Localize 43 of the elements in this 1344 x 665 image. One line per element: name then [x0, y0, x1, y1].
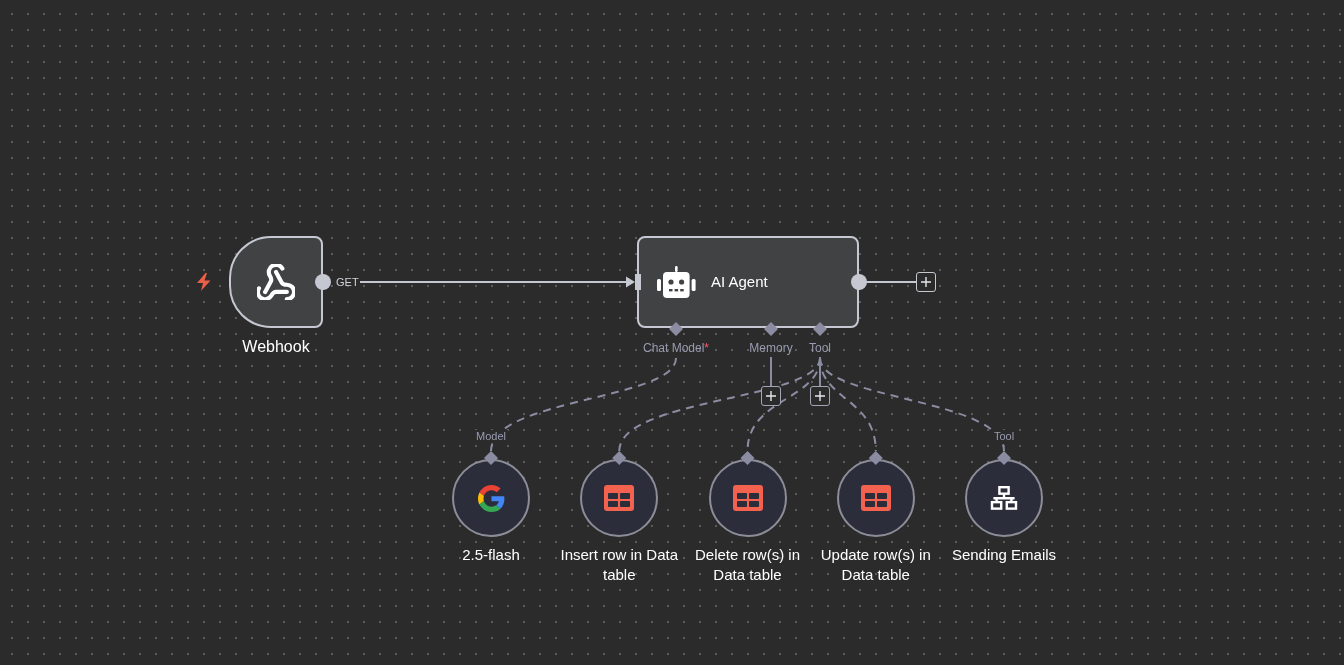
webhook-node[interactable] [229, 236, 323, 328]
output-handle[interactable] [997, 451, 1011, 465]
connection-line [770, 356, 772, 387]
handle-label: Memory [749, 341, 793, 356]
handle-label: Tool [809, 341, 831, 356]
node-title: AI Agent [711, 273, 768, 291]
input-handle[interactable] [764, 322, 778, 336]
webhook-icon [257, 264, 295, 300]
lightning-icon [196, 273, 212, 291]
output-handle[interactable] [868, 451, 883, 465]
connection-line [865, 281, 917, 283]
output-label: GET [336, 276, 359, 289]
output-handle[interactable] [851, 274, 867, 290]
add-node-button[interactable] [761, 386, 781, 406]
g-logo-icon [477, 484, 505, 512]
handle-label: Tool [991, 430, 1017, 443]
node-label: Sending Emails [951, 545, 1057, 565]
input-handle[interactable] [669, 322, 683, 336]
connection-line [819, 356, 821, 387]
node-label: Webhook [242, 337, 310, 357]
add-node-button[interactable] [810, 386, 830, 406]
plus-icon [766, 391, 776, 401]
agent-node[interactable]: AI Agent [637, 236, 859, 328]
table-icon [604, 485, 635, 511]
table-icon [860, 485, 891, 511]
node-label: 2.5-flash [462, 545, 520, 565]
robot-icon [656, 265, 696, 299]
node-label: Insert row in Data table [559, 545, 679, 585]
network-icon [990, 486, 1018, 510]
output-handle[interactable] [740, 451, 755, 465]
input-handle[interactable] [635, 274, 641, 290]
add-node-button[interactable] [916, 272, 936, 292]
plus-icon [815, 391, 825, 401]
node-label: Update row(s) in Data table [819, 545, 932, 585]
output-handle[interactable] [612, 451, 627, 465]
handle-label: Model [474, 430, 508, 443]
input-handle[interactable] [813, 322, 827, 336]
node-label: Delete row(s) in Data table [694, 545, 801, 585]
plus-icon [921, 277, 931, 287]
table-icon [732, 485, 763, 511]
output-handle[interactable] [484, 451, 498, 465]
handle-label: Chat Model* [643, 341, 709, 356]
output-handle[interactable] [315, 274, 331, 290]
